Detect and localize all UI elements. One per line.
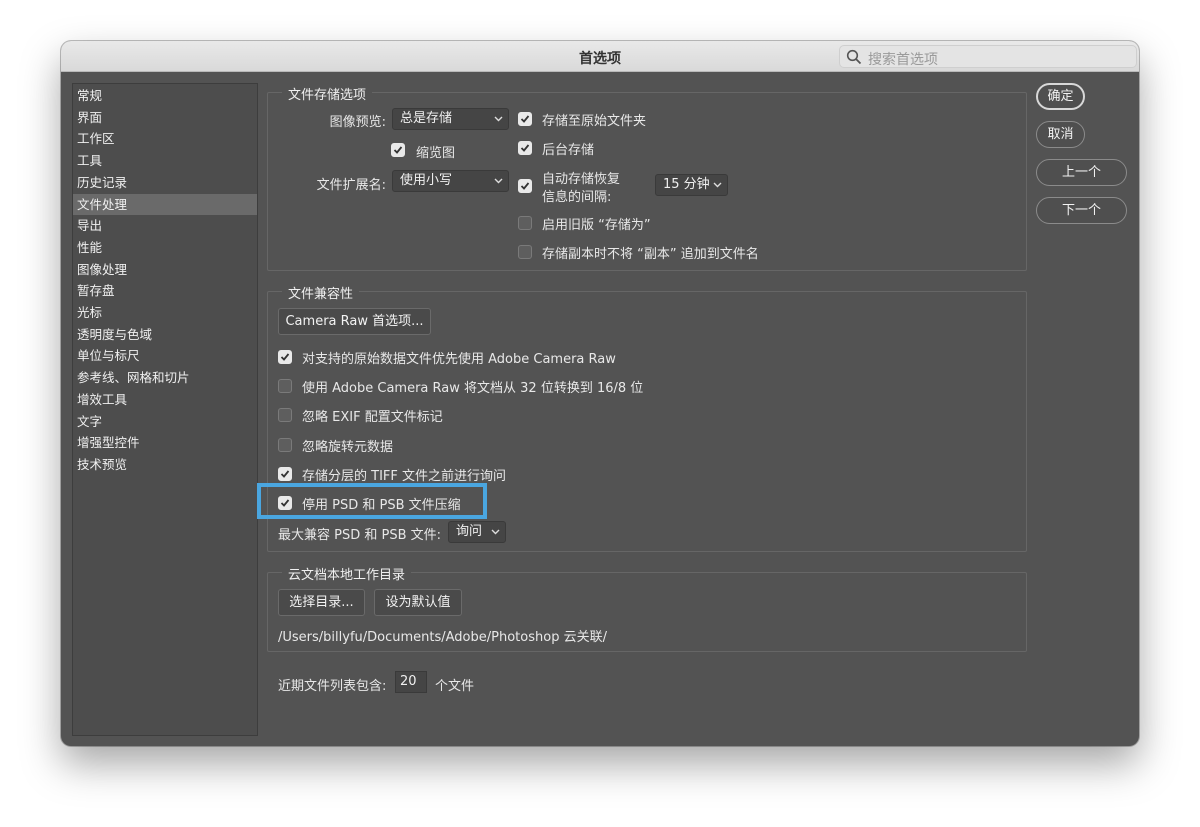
sidebar-item[interactable]: 导出 <box>73 215 257 236</box>
check-icon <box>520 115 530 123</box>
sidebar-item[interactable]: 技术预览 <box>73 454 257 475</box>
sidebar-item[interactable]: 增强型控件 <box>73 432 257 453</box>
compat-option-checkbox[interactable] <box>278 379 292 394</box>
sidebar-item[interactable]: 文字 <box>73 411 257 432</box>
compat-option-label: 对支持的原始数据文件优先使用 Adobe Camera Raw <box>302 352 616 367</box>
background-save-label: 后台存储 <box>542 143 595 158</box>
compat-option-checkbox[interactable] <box>278 350 292 364</box>
next-button[interactable]: 下一个 <box>1036 197 1127 224</box>
sidebar-item[interactable]: 工具 <box>73 150 257 171</box>
sidebar-item[interactable]: 单位与标尺 <box>73 345 257 366</box>
sidebar-item[interactable]: 历史记录 <box>73 172 257 193</box>
compat-option-label: 使用 Adobe Camera Raw 将文档从 32 位转换到 16/8 位 <box>302 381 644 397</box>
cloud-directory-path: /Users/billyfu/Documents/Adobe/Photoshop… <box>278 630 607 645</box>
sidebar-item[interactable]: 图像处理 <box>73 259 257 280</box>
ok-button[interactable]: 确定 <box>1036 83 1085 110</box>
auto-save-checkbox[interactable] <box>518 179 532 193</box>
camera-raw-preferences-button[interactable]: Camera Raw 首选项... <box>278 308 431 335</box>
extension-label: 文件扩展名: <box>316 178 386 193</box>
legacy-save-as-label: 启用旧版 “存储为” <box>542 218 651 233</box>
recent-files-label: 近期文件列表包含: <box>278 679 387 694</box>
recent-files-count-input[interactable]: 20 <box>395 671 427 693</box>
cancel-button[interactable]: 取消 <box>1036 121 1085 148</box>
search-placeholder: 搜索首选项 <box>868 52 938 68</box>
legacy-save-as-checkbox[interactable] <box>518 216 532 230</box>
image-preview-select[interactable]: 总是存储 <box>392 108 509 130</box>
sidebar-item[interactable]: 暂存盘 <box>73 280 257 301</box>
compat-option-label: 存储分层的 TIFF 文件之前进行询问 <box>302 468 506 484</box>
cloud-directory-group: 云文档本地工作目录 选择目录... 设为默认值 /Users/billyfu/D… <box>267 564 1027 652</box>
image-preview-label: 图像预览: <box>329 115 386 130</box>
check-icon <box>280 470 290 478</box>
set-default-button[interactable]: 设为默认值 <box>374 589 462 616</box>
sidebar-item[interactable]: 常规 <box>73 85 257 106</box>
sidebar-item[interactable]: 光标 <box>73 302 257 323</box>
chevron-down-icon <box>494 178 503 184</box>
compat-option-checkbox[interactable] <box>278 466 292 481</box>
cloud-directory-title: 云文档本地工作目录 <box>282 564 412 583</box>
sidebar-item[interactable]: 性能 <box>73 237 257 258</box>
save-to-original-label: 存储至原始文件夹 <box>542 114 647 129</box>
chevron-down-icon <box>494 116 503 122</box>
compat-option-checkbox[interactable] <box>278 437 292 452</box>
check-icon <box>280 353 290 361</box>
sidebar-item[interactable]: 透明度与色域 <box>73 324 257 345</box>
max-compat-label: 最大兼容 PSD 和 PSB 文件: <box>278 528 442 543</box>
compression-option-highlight <box>257 483 487 519</box>
file-compatibility-group: 文件兼容性 Camera Raw 首选项... 对支持的原始数据文件优先使用 A… <box>257 283 1027 552</box>
sidebar-item[interactable]: 文件处理 <box>73 193 257 215</box>
auto-save-label-line1: 自动存储恢复 <box>542 172 621 187</box>
save-to-original-checkbox[interactable] <box>518 112 532 126</box>
recent-files-suffix: 个文件 <box>435 679 475 694</box>
compat-option-label: 忽略旋转元数据 <box>302 439 394 455</box>
check-icon <box>520 144 530 152</box>
max-compat-value: 询问 <box>456 524 483 539</box>
chevron-down-icon <box>491 529 500 535</box>
file-save-title: 文件存储选项 <box>282 84 373 103</box>
preferences-window: 首选项 搜索首选项 常规 界面 工作区 工具 历史记录 文件处理 导出 性能 图像处理 暂存盘 光标… <box>61 41 1139 746</box>
image-preview-value: 总是存储 <box>400 111 453 126</box>
no-copy-suffix-checkbox[interactable] <box>518 245 532 259</box>
max-compat-select[interactable]: 询问 <box>448 521 506 543</box>
search-icon <box>846 49 862 65</box>
extension-select[interactable]: 使用小写 <box>392 170 509 192</box>
search-input[interactable]: 搜索首选项 <box>839 45 1137 68</box>
previous-button[interactable]: 上一个 <box>1036 159 1127 186</box>
thumbnail-label: 缩览图 <box>416 146 456 161</box>
sidebar-item[interactable]: 增效工具 <box>73 389 257 410</box>
auto-save-interval-select[interactable]: 15 分钟 <box>655 174 728 196</box>
extension-value: 使用小写 <box>400 173 453 188</box>
category-sidebar: 常规 界面 工作区 工具 历史记录 文件处理 导出 性能 图像处理 暂存盘 光标 透明度与色域 单位与标… <box>72 83 258 736</box>
sidebar-item[interactable]: 参考线、网格和切片 <box>73 367 257 388</box>
sidebar-item[interactable]: 工作区 <box>73 128 257 149</box>
thumbnail-checkbox[interactable] <box>391 143 405 157</box>
check-icon <box>393 146 403 154</box>
file-save-group: 文件存储选项 图像预览: 总是存储 缩览图 文件扩展名: 使用小写 存储至原始文… <box>267 84 1027 271</box>
chevron-down-icon <box>713 182 722 188</box>
choose-directory-button[interactable]: 选择目录... <box>278 589 365 616</box>
no-copy-suffix-label: 存储副本时不将 “副本” 追加到文件名 <box>542 247 759 262</box>
auto-save-interval-value: 15 分钟 <box>663 177 710 192</box>
auto-save-label-line2: 信息的间隔: <box>542 190 612 205</box>
sidebar-item[interactable]: 界面 <box>73 107 257 128</box>
compat-option-label: 忽略 EXIF 配置文件标记 <box>302 410 443 426</box>
title-bar: 首选项 搜索首选项 <box>61 41 1139 72</box>
background-save-checkbox[interactable] <box>518 141 532 155</box>
check-icon <box>520 182 530 190</box>
file-compatibility-title: 文件兼容性 <box>282 283 360 302</box>
compat-option-checkbox[interactable] <box>278 408 292 423</box>
